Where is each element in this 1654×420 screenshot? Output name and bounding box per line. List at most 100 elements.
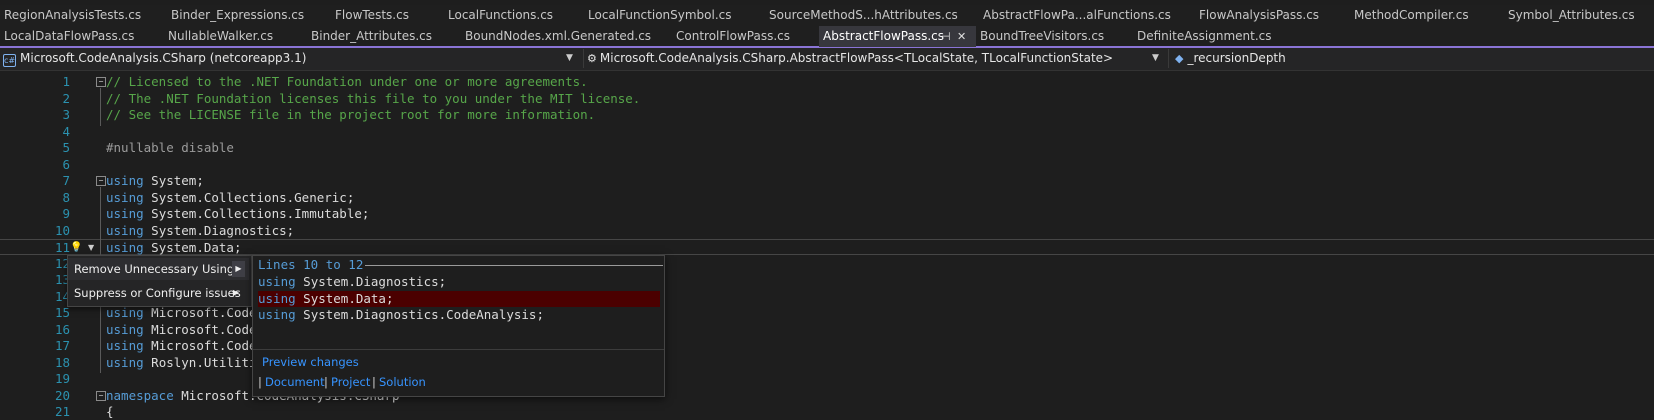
line-number: 16 — [54, 321, 70, 337]
tab-abstractflowpa-alfunctions-cs[interactable]: AbstractFlowPa...alFunctions.cs — [979, 5, 1195, 26]
tab-localdataflowpass-cs[interactable]: LocalDataFlowPass.cs — [0, 26, 164, 47]
line-number: 11 — [54, 240, 70, 255]
code-text: using System.Collections.Immutable; — [106, 206, 369, 222]
collapse-toggle-icon[interactable]: − — [96, 77, 106, 87]
tab-label: NullableWalker.cs — [168, 29, 274, 43]
tab-controlflowpass-cs[interactable]: ControlFlowPass.cs — [672, 26, 819, 47]
project-dropdown[interactable]: c# Microsoft.CodeAnalysis.CSharp (netcore… — [0, 49, 578, 68]
tab-definiteassignment-cs[interactable]: DefiniteAssignment.cs — [1133, 26, 1654, 47]
code-text: { — [106, 404, 114, 420]
removed-line: using System.Data; — [258, 290, 660, 307]
code-editor[interactable]: 1−// Licensed to the .NET Foundation und… — [0, 70, 1654, 419]
fix-all-document-link[interactable]: Document — [265, 375, 325, 389]
keyword: using — [106, 173, 144, 188]
tab-nullablewalker-cs[interactable]: NullableWalker.cs — [164, 26, 307, 47]
separator: | — [258, 375, 262, 389]
tab-row-2: LocalDataFlowPass.cs NullableWalker.cs Bin… — [0, 26, 1654, 48]
code-line: 3 // See the LICENSE file in the project … — [0, 107, 1654, 123]
tab-row-1: RegionAnalysisTests.cs Binder_Expressions… — [0, 5, 1654, 26]
tab-abstractflowpass-cs[interactable]: AbstractFlowPass.cs ⊣ ✕ — [819, 26, 976, 47]
code-text: using System.Data; — [106, 240, 241, 256]
fold-guide — [100, 88, 101, 126]
code-line: 16using Microsoft.CodeAnalysis.Text; — [0, 322, 1654, 338]
close-icon[interactable]: ✕ — [957, 26, 966, 47]
tab-label: BoundNodes.xml.Generated.cs — [465, 29, 652, 43]
keyword: using — [106, 338, 144, 353]
comment-text: // Licensed to the .NET Foundation under… — [106, 74, 588, 89]
collapse-toggle-icon[interactable]: − — [96, 176, 106, 186]
remove-unnecessary-usings-item[interactable]: Remove Unnecessary Usings ▶ — [68, 258, 249, 280]
line-number: 2 — [62, 90, 70, 106]
line-number: 15 — [54, 305, 70, 320]
keyword: using — [258, 274, 296, 289]
tab-methodcompiler-cs[interactable]: MethodCompiler.cs — [1350, 5, 1504, 26]
tab-label: LocalDataFlowPass.cs — [4, 29, 135, 43]
code-line: 8 using System.Collections.Generic; — [0, 190, 1654, 206]
line-number: 6 — [62, 156, 70, 172]
keyword: using — [106, 354, 144, 370]
member-dropdown[interactable]: ◆ _recursionDepth — [1168, 49, 1654, 68]
tab-boundtreevisitors-cs[interactable]: BoundTreeVisitors.cs — [976, 26, 1133, 47]
keyword: using — [106, 321, 144, 337]
separator: | — [324, 375, 328, 389]
keyword: using — [258, 307, 296, 322]
type-dropdown[interactable]: ⚙ Microsoft.CodeAnalysis.CSharp.AbstractF… — [583, 49, 1166, 68]
line-number: 3 — [62, 107, 70, 122]
lightbulb-icon[interactable]: 💡 — [70, 242, 82, 254]
code-rest: System; — [143, 173, 204, 188]
code-line: 7 − using System; — [0, 173, 1654, 189]
code-line: 15using Microsoft.CodeAnalysis.PooledObj… — [0, 305, 1654, 321]
chevron-down-icon[interactable]: ▼ — [88, 241, 94, 255]
suppress-configure-item[interactable]: Suppress or Configure issues ▶ — [68, 282, 249, 304]
menu-item-label: Suppress or Configure issues — [74, 286, 241, 300]
code-line: 21 { — [0, 404, 1654, 420]
code-rest: System.Collections.Generic; — [143, 189, 355, 205]
code-line: 10 using System.Diagnostics; — [0, 223, 1654, 239]
line-number: 4 — [62, 123, 70, 139]
preview-header: Lines 10 to 12 — [258, 257, 663, 273]
line-number: 10 — [54, 222, 70, 238]
fix-all-solution-link[interactable]: Solution — [379, 375, 426, 389]
collapse-toggle-icon[interactable]: − — [96, 390, 106, 401]
tab-binder-attributes-cs[interactable]: Binder_Attributes.cs — [307, 26, 461, 47]
comment-text: // See the LICENSE file in the project r… — [106, 107, 596, 122]
tab-label: FlowAnalysisPass.cs — [1199, 8, 1320, 22]
separator: | — [372, 375, 376, 389]
line-number: 20 — [54, 387, 70, 403]
keyword: using — [106, 206, 144, 221]
tab-sourcemethods-hattributes-cs[interactable]: SourceMethodS...hAttributes.cs — [765, 5, 979, 26]
tab-label: ControlFlowPass.cs — [676, 29, 790, 43]
submenu-arrow-icon: ▶ — [232, 288, 239, 297]
tab-localfunctionsymbol-cs[interactable]: LocalFunctionSymbol.cs — [584, 5, 765, 26]
line-number: 13 — [54, 272, 70, 287]
keyword: using — [106, 222, 144, 238]
member-label: _recursionDepth — [1187, 51, 1286, 65]
fix-all-project-link[interactable]: Project — [331, 375, 370, 389]
tab-boundnodes-xml-generated-cs[interactable]: BoundNodes.xml.Generated.cs — [461, 26, 672, 47]
line-number: 8 — [62, 189, 70, 205]
csharp-project-icon: c# — [3, 54, 16, 67]
pin-icon[interactable]: ⊣ — [941, 26, 951, 47]
code-text: using System.Diagnostics; — [106, 223, 294, 239]
tab-flowtests-cs[interactable]: FlowTests.cs — [331, 5, 444, 26]
line-number: 7 — [62, 173, 70, 188]
tab-label: DefiniteAssignment.cs — [1137, 29, 1272, 43]
preprocessor-directive: #nullable disable — [106, 140, 234, 155]
tab-binder-expressions-cs[interactable]: Binder_Expressions.cs — [167, 5, 331, 26]
preview-line: using System.Diagnostics.CodeAnalysis; — [258, 307, 660, 323]
type-label: Microsoft.CodeAnalysis.CSharp.AbstractFl… — [599, 51, 1114, 65]
code-rest: System.Diagnostics.CodeAnalysis; — [295, 307, 544, 322]
tab-localfunctions-cs[interactable]: LocalFunctions.cs — [444, 5, 584, 26]
tab-label: RegionAnalysisTests.cs — [4, 8, 142, 22]
line-number: 17 — [54, 338, 70, 353]
tab-flowanalysispass-cs[interactable]: FlowAnalysisPass.cs — [1195, 5, 1350, 26]
code-rest: System.Diagnostics; — [295, 274, 447, 289]
code-line: 5 #nullable disable — [0, 140, 1654, 156]
tab-regionanalysistests-cs[interactable]: RegionAnalysisTests.cs — [0, 5, 167, 26]
code-rest: System.Diagnostics; — [143, 222, 295, 238]
line-number: 12 — [54, 255, 70, 271]
tab-label: Binder_Expressions.cs — [171, 8, 305, 22]
tab-symbol-attributes-cs[interactable]: Symbol_Attributes.cs — [1504, 5, 1654, 26]
code-rest: System.Data; — [295, 290, 394, 306]
preview-changes-link[interactable]: Preview changes — [262, 355, 359, 369]
